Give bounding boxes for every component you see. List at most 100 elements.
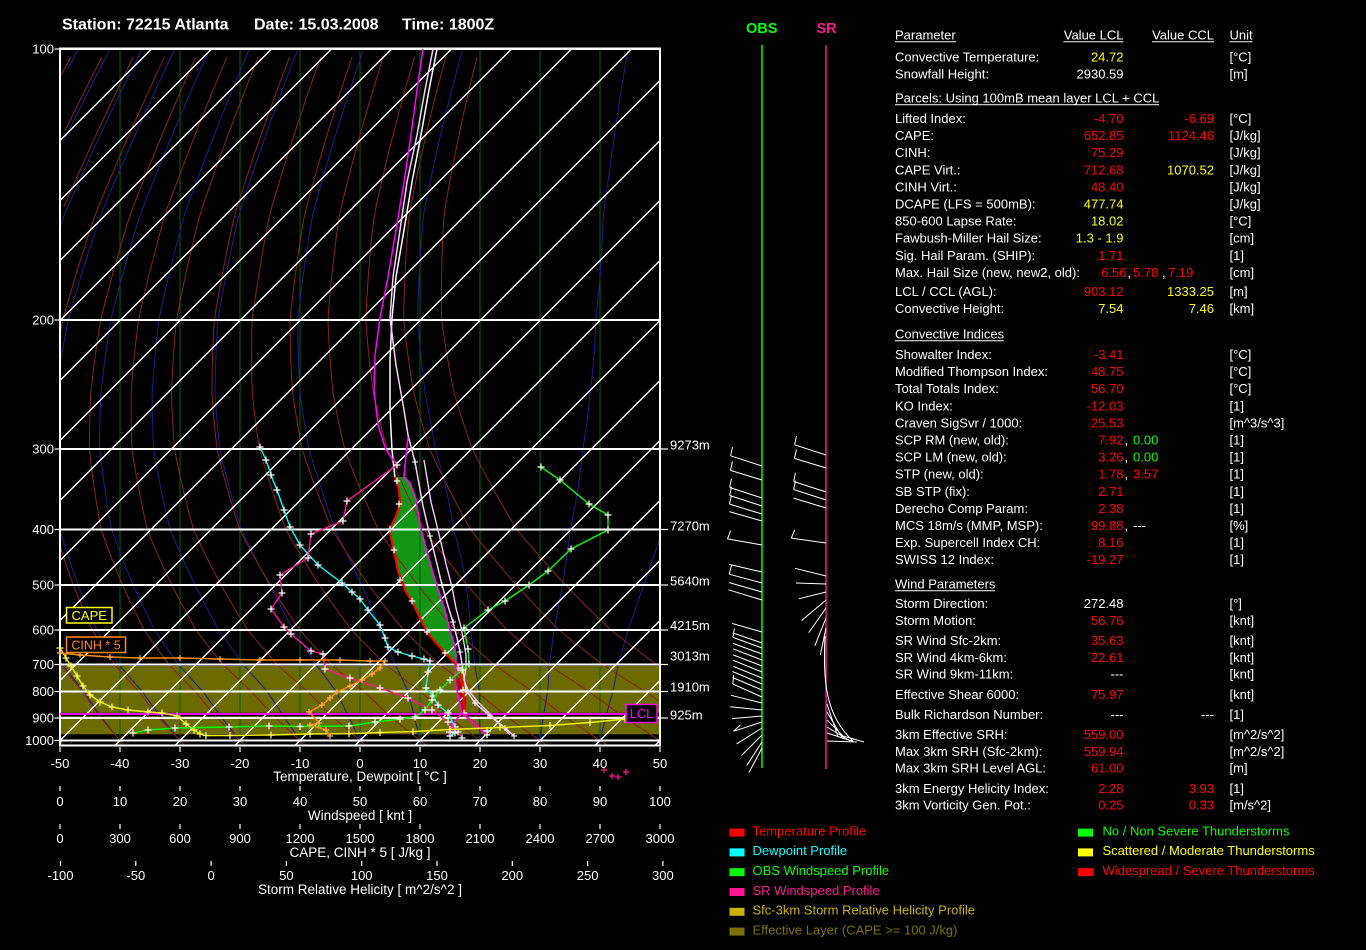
svg-text:-20: -20: [231, 756, 250, 771]
svg-text:SR Wind 9km-11km:: SR Wind 9km-11km:: [895, 667, 1013, 682]
svg-text:[°C]: [°C]: [1230, 111, 1252, 126]
svg-text:SR Wind 4km-6km:: SR Wind 4km-6km:: [895, 650, 1007, 665]
svg-text:Fawbush-Miller Hail Size:: Fawbush-Miller Hail Size:: [895, 231, 1042, 246]
svg-text:Derecho Comp Param:: Derecho Comp Param:: [895, 501, 1028, 516]
svg-text:[1]: [1]: [1230, 781, 1244, 796]
svg-text:SB STP (fix):: SB STP (fix):: [895, 484, 970, 499]
svg-text:7.19: 7.19: [1168, 265, 1193, 280]
svg-text:6.56: 6.56: [1101, 265, 1126, 280]
svg-text:2700: 2700: [586, 831, 615, 846]
svg-text:20: 20: [173, 794, 187, 809]
svg-text:CINH Virt.:: CINH Virt.:: [895, 179, 957, 194]
svg-text:[J/kg]: [J/kg]: [1230, 162, 1261, 177]
svg-text:35.63: 35.63: [1091, 633, 1124, 648]
svg-text:7.46: 7.46: [1189, 301, 1214, 316]
svg-text:[knt]: [knt]: [1230, 687, 1255, 702]
svg-text:50: 50: [279, 868, 293, 883]
svg-text:1500: 1500: [346, 831, 375, 846]
svg-text:0.00: 0.00: [1133, 450, 1158, 465]
svg-text:Sfc-3km Storm Relative Helicit: Sfc-3km Storm Relative Helicity Profile: [753, 903, 976, 918]
svg-text:3.26: 3.26: [1098, 450, 1123, 465]
svg-text:Convective Indices: Convective Indices: [895, 326, 1005, 341]
svg-text:---: ---: [1133, 518, 1146, 533]
svg-text:Modified Thompson Index:: Modified Thompson Index:: [895, 364, 1048, 379]
svg-text:60: 60: [413, 794, 427, 809]
svg-text:[°C]: [°C]: [1230, 214, 1252, 229]
svg-text:3.93: 3.93: [1189, 781, 1214, 796]
svg-text:[°C]: [°C]: [1230, 364, 1252, 379]
svg-text:25.53: 25.53: [1091, 415, 1124, 430]
svg-text:Sig. Hail Param. (SHIP):: Sig. Hail Param. (SHIP):: [895, 248, 1035, 263]
svg-text:10: 10: [113, 794, 127, 809]
svg-text:99.88: 99.88: [1091, 518, 1124, 533]
svg-text:200: 200: [32, 313, 54, 328]
svg-text:CINH * 5: CINH * 5: [71, 638, 120, 652]
svg-text:Max 3km SRH Level AGL:: Max 3km SRH Level AGL:: [895, 761, 1046, 776]
svg-text:300: 300: [32, 442, 54, 457]
svg-text:8.16: 8.16: [1098, 535, 1123, 550]
svg-text:[1]: [1]: [1230, 552, 1244, 567]
svg-text:Station: 72215 Atlanta: Station: 72215 Atlanta: [62, 17, 229, 34]
svg-text:,: ,: [1125, 433, 1129, 448]
svg-text:90: 90: [593, 794, 607, 809]
svg-text:Value LCL: Value LCL: [1064, 27, 1124, 42]
svg-text:[1]: [1]: [1230, 248, 1244, 263]
svg-text:0: 0: [207, 868, 214, 883]
svg-text:-3.41: -3.41: [1094, 347, 1124, 362]
svg-text:100: 100: [351, 868, 373, 883]
svg-text:559.94: 559.94: [1084, 744, 1124, 759]
svg-text:1200: 1200: [286, 831, 315, 846]
svg-text:Scattered / Moderate Thunderst: Scattered / Moderate Thunderstorms: [1103, 843, 1316, 858]
svg-text:5.78: 5.78: [1133, 265, 1158, 280]
svg-text:800: 800: [32, 684, 54, 699]
svg-text:[m^3/s^3]: [m^3/s^3]: [1230, 415, 1285, 430]
svg-text:[J/kg]: [J/kg]: [1230, 197, 1261, 212]
svg-text:559.00: 559.00: [1084, 727, 1124, 742]
svg-text:75.97: 75.97: [1091, 687, 1124, 702]
svg-text:0: 0: [56, 831, 63, 846]
svg-text:900: 900: [32, 711, 54, 726]
svg-text:Windspeed [ knt ]: Windspeed [ knt ]: [308, 808, 412, 823]
svg-text:[m]: [m]: [1230, 66, 1248, 81]
svg-text:0.00: 0.00: [1133, 433, 1158, 448]
svg-text:[°C]: [°C]: [1230, 381, 1252, 396]
svg-text:1800: 1800: [406, 831, 435, 846]
svg-text:1.71: 1.71: [1098, 248, 1123, 263]
svg-text:[%]: [%]: [1230, 518, 1249, 533]
svg-text:Convective Height:: Convective Height:: [895, 301, 1004, 316]
svg-text:2100: 2100: [466, 831, 495, 846]
svg-text:SR Wind Sfc-2km:: SR Wind Sfc-2km:: [895, 633, 1001, 648]
svg-text:-40: -40: [111, 756, 130, 771]
svg-text:CAPE: CAPE: [72, 608, 108, 623]
svg-text:40: 40: [293, 794, 307, 809]
svg-text:,: ,: [1125, 518, 1129, 533]
svg-text:SCP LM (new, old):: SCP LM (new, old):: [895, 450, 1007, 465]
svg-text:Total Totals Index:: Total Totals Index:: [895, 381, 999, 396]
svg-text:Max. Hail Size (new, new2, old: Max. Hail Size (new, new2, old):: [895, 265, 1080, 280]
svg-text:477.74: 477.74: [1084, 197, 1124, 212]
svg-text:5640m: 5640m: [670, 574, 710, 589]
svg-text:No / Non Severe Thunderstorms: No / Non Severe Thunderstorms: [1103, 823, 1290, 838]
svg-text:1124.46: 1124.46: [1168, 128, 1214, 143]
svg-text:1000: 1000: [25, 733, 54, 748]
svg-text:Effective Layer (CAPE >= 100 J: Effective Layer (CAPE >= 100 J/kg): [753, 922, 958, 937]
svg-text:-19.27: -19.27: [1087, 552, 1124, 567]
svg-text:1.78: 1.78: [1098, 467, 1123, 482]
svg-text:903.12: 903.12: [1084, 284, 1124, 299]
svg-text:CINH:: CINH:: [895, 145, 930, 160]
svg-text:[knt]: [knt]: [1230, 633, 1255, 648]
svg-text:2400: 2400: [526, 831, 555, 846]
svg-text:[m/s^2]: [m/s^2]: [1230, 798, 1272, 813]
svg-text:---: ---: [1111, 667, 1124, 682]
svg-text:Max 3km SRH (Sfc-2km):: Max 3km SRH (Sfc-2km):: [895, 744, 1042, 759]
svg-text:Storm Motion:: Storm Motion:: [895, 613, 976, 628]
svg-text:Value CCL: Value CCL: [1152, 27, 1214, 42]
svg-text:Effective Shear 6000:: Effective Shear 6000:: [895, 687, 1019, 702]
svg-text:50: 50: [653, 756, 667, 771]
svg-text:3000: 3000: [646, 831, 675, 846]
svg-text:[1]: [1]: [1230, 535, 1244, 550]
svg-text:70: 70: [473, 794, 487, 809]
svg-text:500: 500: [32, 578, 54, 593]
svg-text:30: 30: [233, 794, 247, 809]
svg-text:712.68: 712.68: [1084, 162, 1124, 177]
